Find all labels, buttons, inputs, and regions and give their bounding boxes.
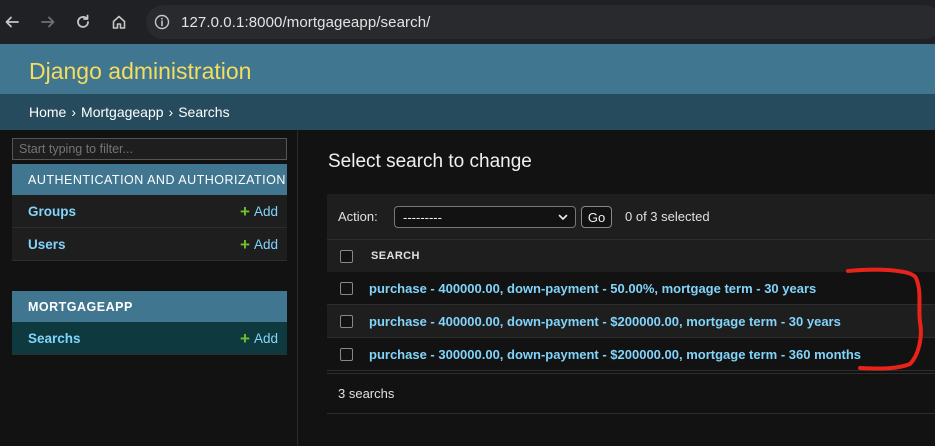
go-button[interactable]: Go: [581, 206, 612, 228]
breadcrumb-app[interactable]: Mortgageapp: [81, 104, 164, 120]
url-text: 127.0.0.1:8000/mortgageapp/search/: [181, 13, 431, 31]
reload-icon[interactable]: [71, 10, 95, 34]
app-caption-mortgageapp[interactable]: MORTGAGEAPP: [12, 291, 287, 322]
breadcrumb-separator: ›: [71, 104, 77, 120]
groups-link[interactable]: Groups: [28, 204, 76, 219]
site-info-icon[interactable]: [151, 11, 173, 33]
actions-bar: Action: --------- Go 0 of 3 selected: [327, 194, 935, 239]
action-selected-value: ---------: [403, 209, 442, 225]
plus-icon: +: [240, 201, 250, 221]
search-row-link[interactable]: purchase - 300000.00, down-payment - $20…: [369, 347, 861, 362]
select-all-checkbox[interactable]: [339, 249, 353, 263]
users-link[interactable]: Users: [28, 237, 66, 252]
action-counter: 0 of 3 selected: [625, 209, 710, 224]
action-label: Action:: [338, 209, 378, 224]
add-user-button[interactable]: + Add: [240, 236, 278, 253]
forward-arrow-icon[interactable]: [36, 10, 60, 34]
add-label: Add: [253, 236, 278, 252]
paginator: 3 searchs: [327, 373, 935, 414]
add-label: Add: [253, 203, 278, 219]
search-row-link[interactable]: purchase - 400000.00, down-payment - $20…: [369, 314, 841, 329]
column-header-search[interactable]: SEARCH: [371, 250, 420, 262]
searchs-link[interactable]: Searchs: [28, 331, 81, 346]
row-checkbox[interactable]: [339, 314, 353, 328]
breadcrumb-home[interactable]: Home: [29, 104, 66, 120]
site-branding[interactable]: Django administration: [29, 58, 251, 85]
site-header: Django administration: [0, 44, 935, 94]
breadcrumb-separator: ›: [168, 104, 174, 120]
back-arrow-icon[interactable]: [0, 10, 24, 34]
table-row: purchase - 400000.00, down-payment - 50.…: [327, 272, 935, 305]
browser-toolbar: 127.0.0.1:8000/mortgageapp/search/: [0, 0, 935, 44]
address-bar[interactable]: 127.0.0.1:8000/mortgageapp/search/: [146, 5, 935, 39]
page-title: Select search to change: [328, 151, 532, 172]
chevron-down-icon: [557, 211, 569, 226]
add-label: Add: [253, 330, 278, 346]
nav-sidebar: AUTHENTICATION AND AUTHORIZATION Groups …: [0, 130, 298, 446]
breadcrumb: Home › Mortgageapp › Searchs: [0, 94, 935, 130]
add-group-button[interactable]: + Add: [240, 203, 278, 220]
row-checkbox[interactable]: [339, 347, 353, 361]
breadcrumb-current: Searchs: [178, 104, 230, 120]
add-search-button[interactable]: + Add: [240, 330, 278, 347]
plus-icon: +: [240, 328, 250, 348]
home-icon[interactable]: [107, 10, 131, 34]
app-caption-auth[interactable]: AUTHENTICATION AND AUTHORIZATION: [12, 164, 287, 195]
search-row-link[interactable]: purchase - 400000.00, down-payment - 50.…: [369, 281, 816, 296]
plus-icon: +: [240, 234, 250, 254]
sidebar-item-searchs: Searchs + Add: [12, 322, 287, 355]
action-select[interactable]: ---------: [394, 206, 576, 228]
sidebar-item-users: Users + Add: [12, 228, 287, 261]
row-checkbox[interactable]: [339, 281, 353, 295]
table-row: purchase - 300000.00, down-payment - $20…: [327, 338, 935, 371]
sidebar-item-groups: Groups + Add: [12, 195, 287, 228]
table-header: SEARCH: [327, 239, 935, 272]
result-list-table: SEARCH purchase - 400000.00, down-paymen…: [327, 239, 935, 371]
nav-filter-input[interactable]: [12, 138, 287, 160]
table-row: purchase - 400000.00, down-payment - $20…: [327, 305, 935, 338]
